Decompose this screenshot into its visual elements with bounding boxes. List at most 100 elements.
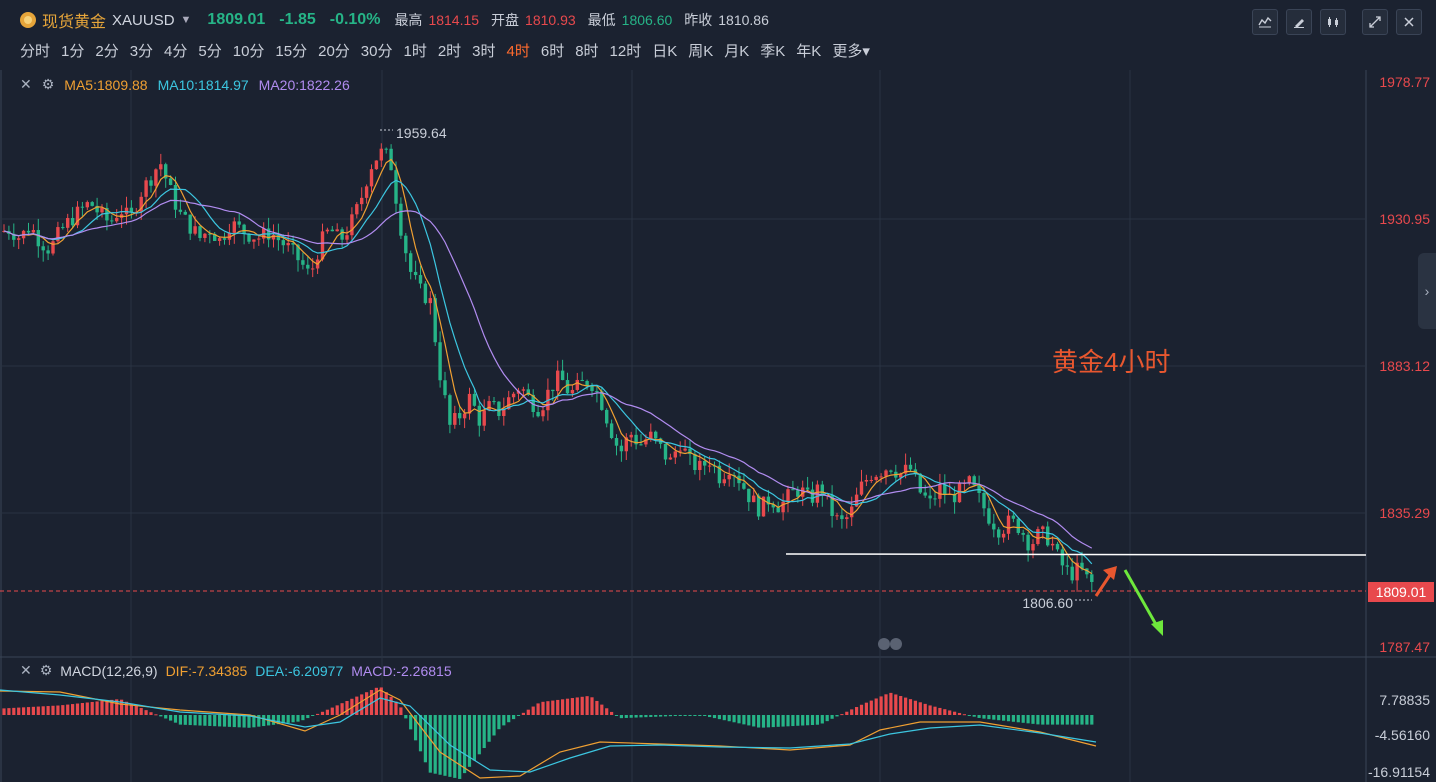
macd-histogram-bar — [12, 707, 16, 715]
macd-histogram-bar — [830, 715, 834, 719]
candle-body — [1065, 565, 1069, 567]
draw-icon[interactable] — [1286, 9, 1312, 35]
period-tab[interactable]: 6时 — [541, 40, 564, 61]
period-tab[interactable]: 月K — [724, 40, 749, 61]
macd-histogram-bar — [1085, 715, 1089, 725]
candle-body — [1021, 532, 1025, 535]
period-tab[interactable]: 15分 — [275, 40, 307, 61]
period-tab[interactable]: 3分 — [130, 40, 153, 61]
period-tab[interactable]: 12时 — [610, 40, 642, 61]
candle-body — [840, 515, 844, 520]
macd-histogram-bar — [46, 706, 50, 715]
macd-histogram-bar — [845, 711, 849, 715]
settings-icon[interactable]: ⚙ — [42, 76, 55, 93]
macd-histogram-bar — [678, 715, 682, 716]
close-indicator-icon[interactable]: ✕ — [20, 76, 32, 93]
price-axis-label: 1787.47 — [1379, 639, 1430, 655]
period-tab[interactable]: 2时 — [438, 40, 461, 61]
candle-body — [487, 401, 491, 411]
candle-type-icon[interactable] — [1320, 9, 1346, 35]
macd-histogram-bar — [144, 710, 148, 715]
candle-body — [222, 238, 227, 240]
macd-histogram-bar — [242, 715, 246, 728]
indicator-icon[interactable] — [1252, 9, 1278, 35]
period-tab[interactable]: 更多▾ — [832, 40, 870, 61]
candle-body — [31, 229, 36, 233]
candle-body — [791, 489, 795, 491]
macd-histogram-bar — [198, 715, 202, 726]
macd-histogram-bar — [222, 715, 227, 727]
candle-body — [462, 413, 467, 419]
candle-body — [110, 220, 114, 222]
fullscreen-icon[interactable] — [1362, 9, 1388, 35]
macd-histogram-bar — [85, 702, 89, 715]
up-arrow-head — [1103, 566, 1117, 580]
macd-histogram-bar — [997, 715, 1001, 721]
macd-histogram-bar — [987, 715, 991, 720]
period-tab[interactable]: 5分 — [198, 40, 221, 61]
macd-histogram-bar — [1006, 715, 1011, 722]
candle-body — [458, 413, 462, 419]
close-macd-icon[interactable]: ✕ — [20, 662, 32, 679]
candle-body — [874, 476, 878, 480]
macd-histogram-bar — [747, 715, 751, 726]
period-tab[interactable]: 周K — [688, 40, 713, 61]
candle-body — [590, 385, 594, 392]
period-tab[interactable]: 年K — [796, 40, 821, 61]
macd-histogram-bar — [316, 713, 320, 715]
candle-body — [805, 487, 810, 490]
symbol-code[interactable]: XAUUSD — [112, 12, 175, 29]
ma5-value: MA5:1809.88 — [64, 76, 148, 93]
symbol-dropdown-icon[interactable]: ▼ — [181, 14, 192, 26]
candle-body — [100, 207, 104, 213]
macd-histogram-bar — [218, 715, 222, 727]
candle-body — [26, 230, 31, 233]
macd-histogram-bar — [693, 715, 697, 716]
symbol-name[interactable]: 现货黄金 — [42, 8, 106, 32]
macd-histogram-bar — [727, 715, 731, 722]
candle-body — [242, 224, 246, 234]
macd-histogram-bar — [928, 705, 932, 715]
period-tab[interactable]: 分时 — [20, 40, 50, 61]
macd-histogram-bar — [90, 701, 94, 715]
macd-settings-icon[interactable]: ⚙ — [40, 662, 53, 679]
macd-histogram-bar — [291, 715, 295, 723]
period-tab[interactable]: 10分 — [233, 40, 265, 61]
candle-body — [168, 178, 173, 185]
macd-histogram-bar — [51, 705, 55, 715]
period-tab[interactable]: 4分 — [164, 40, 187, 61]
period-tab[interactable]: 20分 — [318, 40, 350, 61]
period-tab[interactable]: 季K — [760, 40, 785, 61]
macd-histogram-bar — [889, 692, 893, 715]
macd-histogram-bar — [296, 715, 300, 722]
side-panel-toggle-icon[interactable]: › — [1418, 253, 1436, 329]
macd-histogram-bar — [521, 712, 525, 715]
period-tab[interactable]: 2分 — [95, 40, 118, 61]
candle-body — [173, 184, 178, 210]
candle-body — [619, 445, 624, 452]
candle-body — [781, 501, 785, 513]
macd-histogram-bar — [923, 703, 927, 715]
period-tab[interactable]: 1分 — [61, 40, 84, 61]
period-tab[interactable]: 3时 — [472, 40, 495, 61]
macd-histogram-bar — [894, 694, 898, 715]
macd-histogram-bar — [570, 698, 574, 715]
candle-body — [301, 260, 305, 265]
period-tab[interactable]: 30分 — [361, 40, 393, 61]
open-label: 开盘 — [491, 12, 520, 28]
period-tab[interactable]: 1时 — [403, 40, 426, 61]
macd-histogram-bar — [806, 715, 810, 726]
macd-histogram-bar — [36, 706, 40, 715]
macd-histogram-bar — [717, 715, 721, 720]
candle-body — [286, 242, 290, 246]
period-tab[interactable]: 8时 — [575, 40, 598, 61]
macd-histogram-bar — [306, 715, 310, 719]
macd-histogram-bar — [659, 715, 663, 717]
candle-body — [188, 214, 192, 234]
macd-histogram-bar — [585, 696, 589, 715]
close-icon[interactable] — [1396, 9, 1422, 35]
period-tab[interactable]: 4时 — [507, 40, 530, 61]
macd-histogram-bar — [972, 715, 976, 717]
candle-body — [693, 454, 697, 471]
period-tab[interactable]: 日K — [652, 40, 677, 61]
